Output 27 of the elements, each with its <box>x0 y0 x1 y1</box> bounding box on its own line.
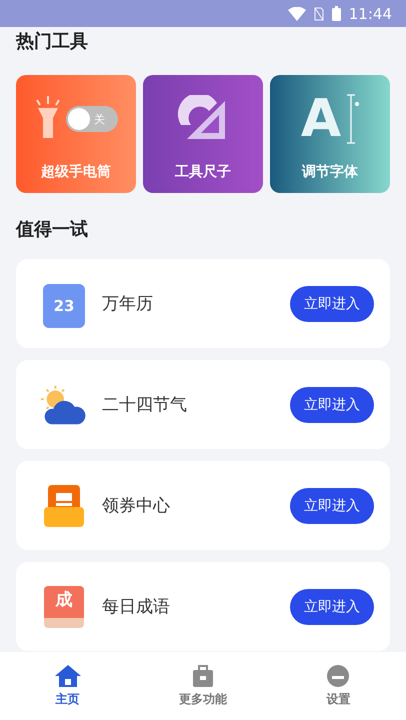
book-icon: 成 <box>44 586 84 628</box>
no-sim-icon <box>314 6 324 20</box>
section-title: 值得一试 <box>16 218 89 241</box>
feature-name: 万年历 <box>102 293 154 315</box>
clock-time: 11:44 <box>348 4 392 22</box>
feature-name: 二十四节气 <box>102 394 188 416</box>
feature-name: 领券中心 <box>102 495 171 517</box>
enter-button[interactable]: 立即进入 <box>290 386 374 422</box>
toolbox-icon <box>190 664 215 688</box>
enter-button[interactable]: 立即进入 <box>290 286 374 322</box>
feature-name: 每日成语 <box>102 596 171 618</box>
wifi-icon <box>288 6 306 20</box>
letter-glyph: A <box>300 93 342 145</box>
enter-button[interactable]: 立即进入 <box>290 588 374 624</box>
tab[interactable]: 更多功能 <box>135 652 271 720</box>
tab[interactable]: 主页 <box>0 652 136 720</box>
tool-card[interactable]: A 调节字体 <box>270 75 390 193</box>
enter-button[interactable]: 立即进入 <box>290 488 374 524</box>
profile-icon <box>326 664 350 688</box>
section-title: 热门工具 <box>16 30 89 53</box>
battery-icon <box>332 6 341 21</box>
home-icon <box>54 664 82 688</box>
tool-card[interactable]: 工具尺子 <box>143 75 263 193</box>
tab[interactable]: 设置 <box>270 652 406 720</box>
inbox-icon <box>42 482 86 528</box>
text-cursor-icon <box>345 94 360 144</box>
calendar-icon: 23 <box>43 284 85 328</box>
